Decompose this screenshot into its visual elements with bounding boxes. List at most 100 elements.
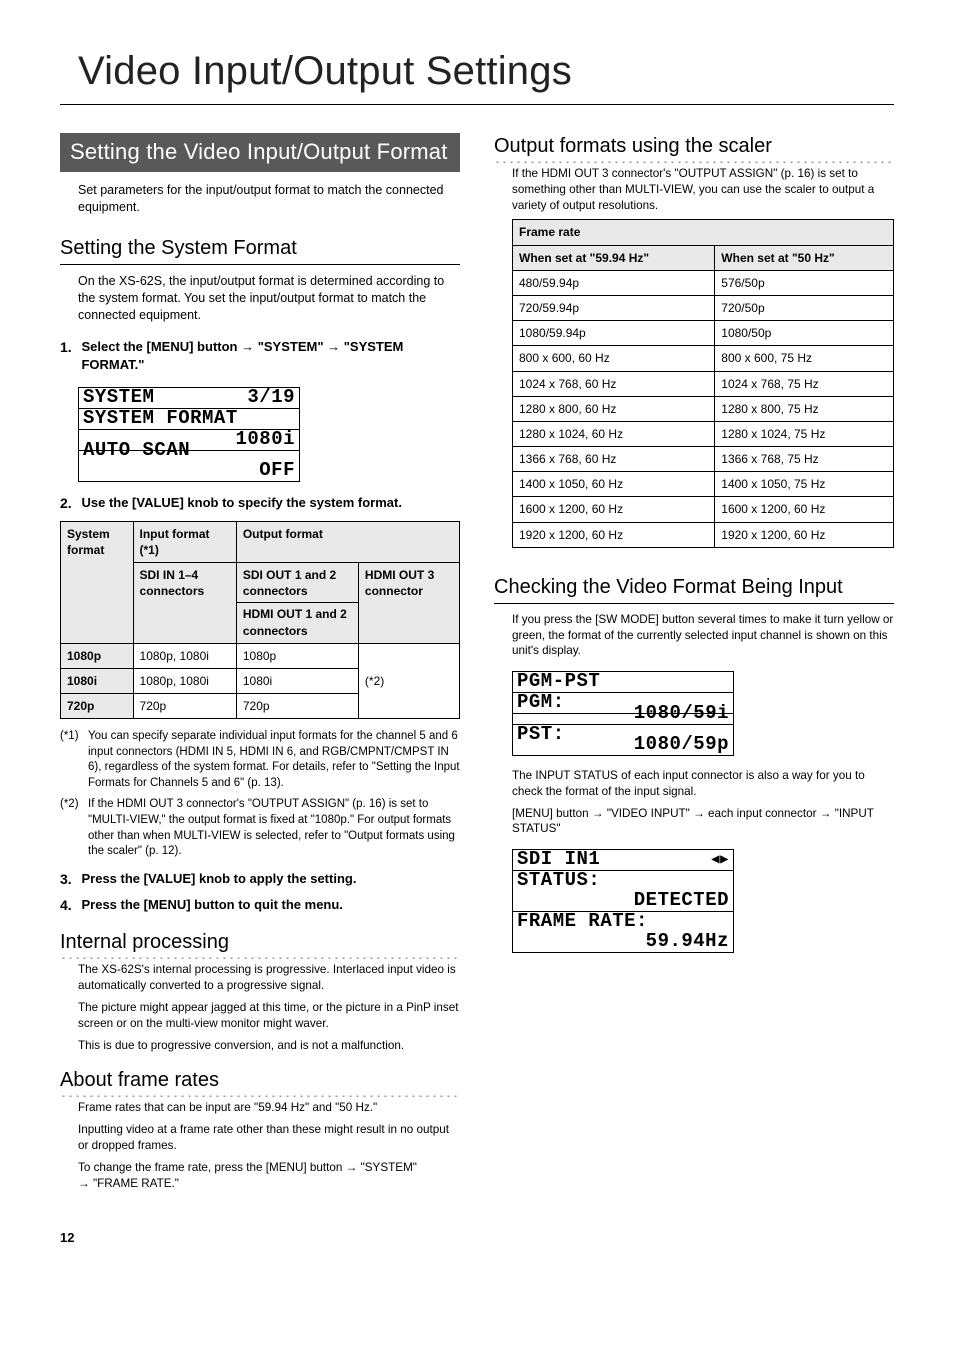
table-cell: (*2) [358, 643, 459, 719]
footnote-text: You can specify separate individual inpu… [88, 729, 460, 791]
arrow-icon: → [78, 1177, 90, 1190]
arrow-icon: → [241, 339, 254, 354]
lcd-line: SYSTEM FORMAT [79, 409, 242, 429]
paragraph: Inputting video at a frame rate other th… [78, 1122, 460, 1154]
heading-text: Output formats using the scaler [494, 135, 778, 157]
table-cell: 800 x 600, 75 Hz [715, 346, 894, 371]
heading-text: Internal processing [60, 931, 235, 953]
text-part: "VIDEO INPUT" [607, 807, 693, 820]
arrow-icon: → [820, 807, 832, 820]
lcd-display-input-status: SDI IN1 ◀▶ STATUS: DETECTED FRAME RATE: … [512, 849, 734, 953]
lcd-line: PGM-PST [513, 672, 604, 692]
right-column: Output formats using the scaler If the H… [494, 133, 894, 1205]
table-row: 1080p 1080p, 1080i 1080p (*2) [61, 643, 460, 668]
table-cell: 720p [61, 694, 134, 719]
step-2: 2. Use the [VALUE] knob to specify the s… [60, 494, 460, 513]
table-row: 1280 x 800, 60 Hz1280 x 800, 75 Hz [513, 396, 894, 421]
page-title-bar: Video Input/Output Settings [60, 40, 894, 105]
heading-checking-format: Checking the Video Format Being Input [494, 574, 894, 604]
table-cell: 1024 x 768, 75 Hz [715, 371, 894, 396]
checking-intro: If you press the [SW MODE] button severa… [512, 612, 894, 659]
table-row: 720/59.94p720/50p [513, 295, 894, 320]
table-cell: 720/59.94p [513, 295, 715, 320]
table-header: When set at "59.94 Hz" [513, 245, 715, 270]
table-header-line: SDI OUT 1 and 2 connectors [243, 567, 352, 599]
paragraph: The picture might appear jagged at this … [78, 1000, 460, 1032]
lcd-value: 1080/59p [513, 735, 733, 755]
heading-text: About frame rates [60, 1069, 225, 1091]
page-title: Video Input/Output Settings [60, 40, 894, 104]
paragraph: [MENU] button → "VIDEO INPUT" → each inp… [512, 806, 894, 838]
lcd-label: STATUS: [513, 871, 604, 891]
lcd-display-pgm-pst: PGM-PST PGM: 1080/59i PST: 1080/59p [512, 671, 734, 756]
arrow-icon: → [346, 1161, 358, 1174]
step-text-part: "SYSTEM" [258, 339, 327, 354]
heading-system-format: Setting the System Format [60, 235, 460, 265]
table-row: 1080/59.94p1080/50p [513, 321, 894, 346]
nav-arrows-icon: ◀▶ [707, 850, 733, 870]
left-column: Setting the Video Input/Output Format Se… [60, 133, 460, 1205]
table-cell: 1280 x 800, 60 Hz [513, 396, 715, 421]
lcd-line: AUTO SCAN [79, 441, 194, 461]
step-1: 1. Select the [MENU] button → "SYSTEM" →… [60, 338, 460, 373]
heading-scaler: Output formats using the scaler [494, 133, 894, 160]
step-number: 3. [60, 870, 78, 889]
table-cell: 720p [236, 694, 358, 719]
arrow-icon: → [327, 339, 340, 354]
table-header: SDI IN 1–4 connectors [133, 563, 236, 644]
table-row: 1366 x 768, 60 Hz1366 x 768, 75 Hz [513, 447, 894, 472]
text-part: "SYSTEM" [361, 1161, 417, 1174]
step-4: 4. Press the [MENU] button to quit the m… [60, 896, 460, 915]
table-cell: 1366 x 768, 75 Hz [715, 447, 894, 472]
table-header: System format [61, 521, 134, 643]
heading-frame-rates: About frame rates [60, 1067, 460, 1094]
heading-internal-processing: Internal processing [60, 929, 460, 956]
arrow-icon: → [592, 807, 604, 820]
text-part: To change the frame rate, press the [MEN… [78, 1161, 346, 1174]
table-cell: 1080p [61, 643, 134, 668]
footnote: (*2) If the HDMI OUT 3 connector's "OUTP… [60, 797, 460, 859]
frame-rate-table: Frame rate When set at "59.94 Hz" When s… [512, 219, 894, 547]
footnote-key: (*1) [60, 729, 88, 791]
step-number: 2. [60, 494, 78, 513]
text-part: [MENU] button [512, 807, 592, 820]
system-format-table: System format Input format (*1) Output f… [60, 521, 460, 720]
table-row: 1600 x 1200, 60 Hz1600 x 1200, 60 Hz [513, 497, 894, 522]
table-row: 1920 x 1200, 60 Hz1920 x 1200, 60 Hz [513, 522, 894, 547]
lcd-value: OFF [79, 461, 299, 481]
table-cell: 1080i [61, 669, 134, 694]
table-cell: 800 x 600, 60 Hz [513, 346, 715, 371]
paragraph: To change the frame rate, press the [MEN… [78, 1160, 460, 1192]
table-cell: 720p [133, 694, 236, 719]
paragraph: This is due to progressive conversion, a… [78, 1038, 460, 1054]
step-text: Press the [VALUE] knob to apply the sett… [81, 870, 459, 888]
table-cell: 1080p, 1080i [133, 643, 236, 668]
table-cell: 1600 x 1200, 60 Hz [513, 497, 715, 522]
table-cell: 1080p [236, 643, 358, 668]
lcd-value: DETECTED [513, 891, 733, 911]
step-number: 1. [60, 338, 78, 357]
table-cell: 720/50p [715, 295, 894, 320]
lcd-value: 1080/59i [513, 704, 733, 724]
table-cell: 1280 x 800, 75 Hz [715, 396, 894, 421]
text-part: each input connector [708, 807, 820, 820]
table-cell: 1080/59.94p [513, 321, 715, 346]
table-row: 1280 x 1024, 60 Hz1280 x 1024, 75 Hz [513, 421, 894, 446]
section-banner: Setting the Video Input/Output Format [60, 133, 460, 172]
table-cell: 1280 x 1024, 60 Hz [513, 421, 715, 446]
footnote-key: (*2) [60, 797, 88, 859]
step-text: Use the [VALUE] knob to specify the syst… [81, 494, 459, 512]
lcd-display-system: SYSTEM 3/19 SYSTEM FORMAT 1080i AUTO SCA… [78, 387, 300, 482]
paragraph: Frame rates that can be input are "59.94… [78, 1100, 460, 1116]
lcd-line: SDI IN1 [513, 850, 604, 870]
footnote: (*1) You can specify separate individual… [60, 729, 460, 791]
table-row: 1400 x 1050, 60 Hz1400 x 1050, 75 Hz [513, 472, 894, 497]
system-format-intro: On the XS-62S, the input/output format i… [78, 273, 460, 324]
page-number: 12 [60, 1229, 894, 1247]
table-cell: 1024 x 768, 60 Hz [513, 371, 715, 396]
text-part: "FRAME RATE." [93, 1177, 179, 1190]
table-cell: 480/59.94p [513, 270, 715, 295]
table-cell: 1080i [236, 669, 358, 694]
scaler-intro: If the HDMI OUT 3 connector's "OUTPUT AS… [512, 166, 894, 213]
table-cell: 1080p, 1080i [133, 669, 236, 694]
